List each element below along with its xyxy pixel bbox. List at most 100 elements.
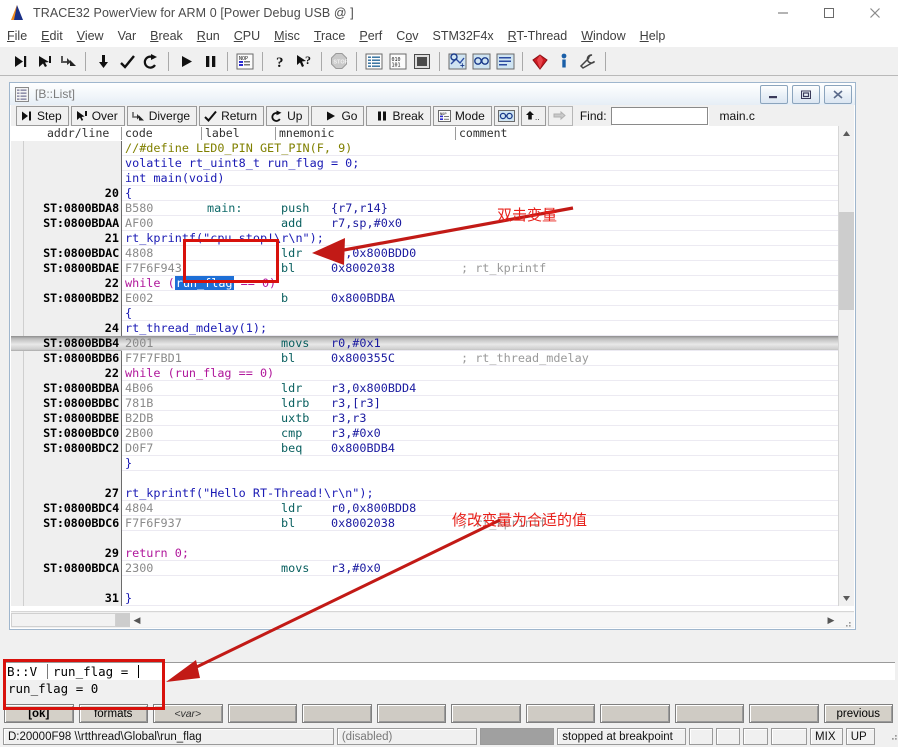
softkey-formats[interactable]: formats <box>79 704 149 723</box>
menu-var[interactable]: Var <box>111 26 144 47</box>
code-row-source[interactable]: } <box>11 456 854 471</box>
code-row-source[interactable]: { <box>11 306 854 321</box>
list-horizontal-scrollbar[interactable]: ◀ ▶ <box>11 611 854 628</box>
view-watch-icon[interactable] <box>469 49 493 73</box>
status-resize-grip[interactable] <box>887 730 898 744</box>
menu-edit[interactable]: Edit <box>34 26 70 47</box>
menu-break[interactable]: Break <box>143 26 190 47</box>
scroll-thumb[interactable] <box>839 212 854 310</box>
diverge-button[interactable]: Diverge <box>127 106 197 126</box>
info-icon[interactable] <box>552 49 576 73</box>
register-list-icon[interactable] <box>362 49 386 73</box>
code-row-source[interactable]: int main(void) <box>11 171 854 186</box>
code-row-source[interactable]: 22 while (run_flag == 0) <box>11 366 854 381</box>
code-row-asm[interactable]: ST:0800BDB42001movsr0,#0x1 <box>11 336 854 351</box>
step-up-icon[interactable] <box>139 49 163 73</box>
code-row-asm[interactable]: ST:0800BDB2E002b0x800BDBA <box>11 291 854 306</box>
edit-watch-icon[interactable] <box>493 49 517 73</box>
code-row-asm[interactable]: ST:0800BDAAAF00addr7,sp,#0x0 <box>11 216 854 231</box>
menu-rt-thread[interactable]: RT-Thread <box>501 26 575 47</box>
settings-wrench-icon[interactable] <box>576 49 600 73</box>
menu-trace[interactable]: Trace <box>307 26 353 47</box>
step-into-icon[interactable] <box>8 49 32 73</box>
scroll-down-icon[interactable] <box>839 591 854 606</box>
code-row-source[interactable]: volatile rt_uint8_t run_flag = 0; <box>11 156 854 171</box>
hscroll-track[interactable]: ◀ ▶ <box>130 613 854 627</box>
code-row-asm[interactable]: ST:0800BDC6F7F6F937bl0x8002038; rt_kprin… <box>11 516 854 531</box>
command-input-line[interactable]: B::V run_flag = <box>3 662 895 681</box>
code-row-asm[interactable]: ST:0800BDBC781Bldrbr3,[r3] <box>11 396 854 411</box>
step-return-icon[interactable] <box>115 49 139 73</box>
code-row-source[interactable]: 21 rt_kprintf("cpu stop!\r\n"); <box>11 231 854 246</box>
menu-view[interactable]: View <box>70 26 111 47</box>
code-row-asm[interactable]: ST:0800BDBEB2DBuxtbr3,r3 <box>11 411 854 426</box>
status-mode-up[interactable]: UP <box>846 728 875 745</box>
mode-button[interactable]: NOP Mode <box>433 106 492 126</box>
code-row-asm[interactable]: ST:0800BDC44804ldrr0,0x800BDD8 <box>11 501 854 516</box>
context-help-icon[interactable]: ? <box>292 49 316 73</box>
up-level-icon[interactable]: .. <box>521 106 546 126</box>
menu-cov[interactable]: Cov <box>389 26 425 47</box>
window-minimize-icon[interactable] <box>760 85 788 104</box>
minimize-icon[interactable] <box>760 0 806 26</box>
code-row-source[interactable]: 24 rt_thread_mdelay(1); <box>11 321 854 336</box>
close-icon[interactable] <box>852 0 898 26</box>
menu-perf[interactable]: Perf <box>352 26 389 47</box>
go-button[interactable]: Go <box>311 106 364 126</box>
code-row-source[interactable]: //#define LED0_PIN GET_PIN(F, 9) <box>11 141 854 156</box>
resize-grip[interactable] <box>842 617 852 627</box>
code-row-asm[interactable]: ST:0800BDAEF7F6F943bl0x8002038; rt_kprin… <box>11 261 854 276</box>
code-row-asm[interactable]: ST:0800BDAC4808ldrr0,0x800BDD0 <box>11 246 854 261</box>
menu-run[interactable]: Run <box>190 26 227 47</box>
hscroll-right-icon[interactable]: ▶ <box>824 613 838 627</box>
list-source-icon[interactable]: NOP <box>233 49 257 73</box>
softkey-var[interactable]: <var> <box>153 704 223 723</box>
hscroll-divider-thumb[interactable] <box>116 613 130 627</box>
step-over-icon[interactable] <box>32 49 56 73</box>
maximize-icon[interactable] <box>806 0 852 26</box>
list-vertical-scrollbar[interactable] <box>838 126 854 606</box>
break-pause-icon[interactable] <box>198 49 222 73</box>
code-row-source[interactable]: 31} <box>11 591 854 606</box>
return-button[interactable]: Return <box>199 106 264 126</box>
ruby-gem-icon[interactable] <box>528 49 552 73</box>
menu-stm32f4x[interactable]: STM32F4x <box>426 26 501 47</box>
softkey-ok[interactable]: [ok] <box>4 704 74 723</box>
menu-help[interactable]: Help <box>633 26 673 47</box>
menu-cpu[interactable]: CPU <box>227 26 267 47</box>
step-down-icon[interactable] <box>91 49 115 73</box>
menu-file[interactable]: File <box>0 26 34 47</box>
menu-misc[interactable]: Misc <box>267 26 307 47</box>
code-row-source[interactable]: 22 while (run_flag == 0) <box>11 276 854 291</box>
scroll-up-icon[interactable] <box>839 126 854 141</box>
status-mode-mix[interactable]: MIX <box>810 728 843 745</box>
selected-variable[interactable]: run_flag <box>175 276 234 290</box>
code-row-asm[interactable]: ST:0800BDC2D0F7beq0x800BDB4 <box>11 441 854 456</box>
code-row-source[interactable]: 20{ <box>11 186 854 201</box>
window-restore-icon[interactable] <box>792 85 820 104</box>
code-row-asm[interactable]: ST:0800BDA8B580main:push{r7,r14} <box>11 201 854 216</box>
find-input[interactable] <box>611 107 708 125</box>
code-row-asm[interactable]: ST:0800BDB6F7F7FBD1bl0x800355C; rt_threa… <box>11 351 854 366</box>
command-value[interactable]: run_flag = <box>53 663 139 680</box>
menu-window[interactable]: Window <box>574 26 632 47</box>
step-button[interactable]: Step <box>16 106 69 126</box>
add-watch-icon[interactable]: + <box>445 49 469 73</box>
code-listing[interactable]: //#define LED0_PIN GET_PIN(F, 9)volatile… <box>11 141 854 606</box>
data-dump-icon[interactable]: 010101 <box>386 49 410 73</box>
memory-chip-icon[interactable] <box>410 49 434 73</box>
break-button[interactable]: Break <box>366 106 430 126</box>
code-row-asm[interactable]: ST:0800BDCA2300movsr3,#0x0 <box>11 561 854 576</box>
window-close-icon[interactable] <box>824 85 852 104</box>
code-row-source[interactable]: 27 rt_kprintf("Hello RT-Thread!\r\n"); <box>11 486 854 501</box>
goto-icon[interactable] <box>494 106 519 126</box>
code-row-asm[interactable]: ST:0800BDC02B00cmpr3,#0x0 <box>11 426 854 441</box>
over-button[interactable]: Over <box>71 106 125 126</box>
code-row-asm[interactable]: ST:0800BDBA4B06ldrr3,0x800BDD4 <box>11 381 854 396</box>
up-button[interactable]: Up <box>266 106 309 126</box>
hscroll-left-icon[interactable]: ◀ <box>130 613 144 627</box>
step-diverge-icon[interactable] <box>56 49 80 73</box>
help-question-icon[interactable]: ? <box>268 49 292 73</box>
go-run-icon[interactable] <box>174 49 198 73</box>
code-row-source[interactable]: 29 return 0; <box>11 546 854 561</box>
